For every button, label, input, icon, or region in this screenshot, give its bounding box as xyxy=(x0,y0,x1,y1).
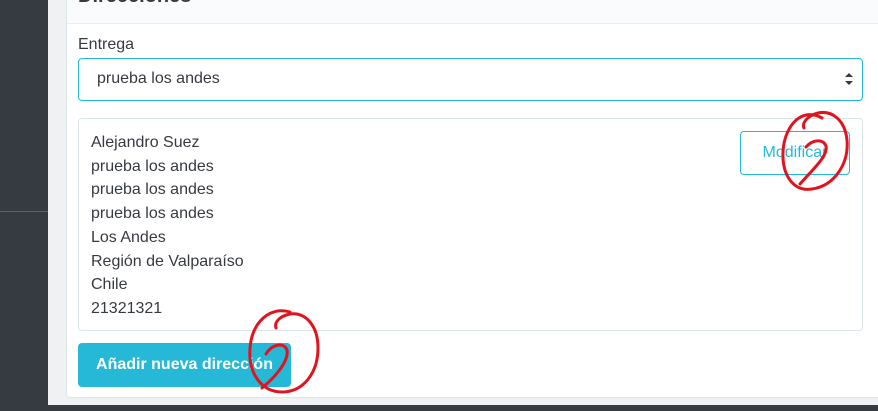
address-line: prueba los andes xyxy=(91,181,214,199)
select-arrows-icon xyxy=(845,73,853,85)
panel-title: Direcciones xyxy=(78,0,191,8)
panel-header: Direcciones xyxy=(67,0,878,24)
sidebar-divider xyxy=(0,211,48,212)
delivery-address-select[interactable]: prueba los andes xyxy=(78,58,863,101)
address-line-city: Los Andes xyxy=(91,228,166,246)
bottom-bar xyxy=(0,405,878,411)
delivery-label: Entrega xyxy=(78,36,135,53)
address-line: prueba los andes xyxy=(91,205,214,223)
address-line: prueba los andes xyxy=(91,157,214,175)
address-line-region: Región de Valparaíso xyxy=(91,252,244,270)
modify-address-button[interactable]: Modificar xyxy=(740,131,850,175)
delivery-select-value: prueba los andes xyxy=(97,70,220,87)
address-lines: Alejandro Suez prueba los andes prueba l… xyxy=(91,131,244,321)
address-line-country: Chile xyxy=(91,276,128,294)
add-new-address-button[interactable]: Añadir nueva dirección xyxy=(78,343,291,387)
admin-sidebar xyxy=(0,0,48,411)
address-line-phone: 21321321 xyxy=(91,299,163,317)
address-line-name: Alejandro Suez xyxy=(91,134,200,151)
